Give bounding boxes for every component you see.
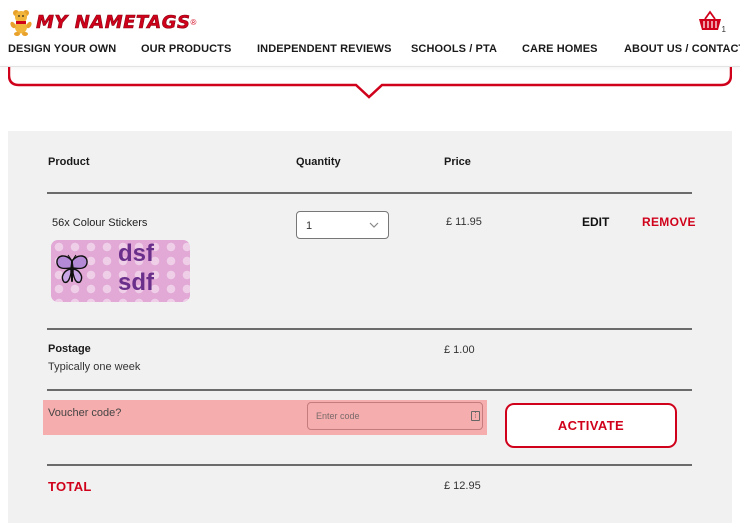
product-name: 56x Colour Stickers <box>52 217 148 229</box>
basket-icon <box>699 10 721 30</box>
nav-our-products[interactable]: OUR PRODUCTS <box>141 43 231 55</box>
postage-subtitle: Typically one week <box>48 361 141 373</box>
sticker-line-1: dsf <box>118 240 154 267</box>
column-header-quantity: Quantity <box>296 156 341 168</box>
banner-callout <box>8 67 732 99</box>
sticker-line-2: sdf <box>118 269 154 296</box>
divider <box>47 389 692 391</box>
nav-care-homes[interactable]: CARE HOMES <box>522 43 598 55</box>
chevron-down-icon <box>369 222 379 228</box>
bear-mascot-icon <box>10 10 32 36</box>
column-header-price: Price <box>444 156 471 168</box>
postage-price: £ 1.00 <box>444 344 475 356</box>
nav-schools-pta[interactable]: SCHOOLS / PTA <box>411 43 497 55</box>
voucher-label: Voucher code? <box>48 407 122 419</box>
nav-independent-reviews[interactable]: INDEPENDENT REVIEWS <box>257 43 392 55</box>
total-label: TOTAL <box>48 479 92 494</box>
main-nav: DESIGN YOUR OWN OUR PRODUCTS INDEPENDENT… <box>0 43 740 59</box>
activate-button[interactable]: ACTIVATE <box>505 403 677 448</box>
column-header-product: Product <box>48 156 90 168</box>
voucher-code-input[interactable] <box>307 402 483 430</box>
logo-text: MY NAMETAGS <box>36 11 191 33</box>
cart-button[interactable]: 1 <box>698 10 726 34</box>
divider <box>47 328 692 330</box>
divider <box>47 464 692 466</box>
nav-design-your-own[interactable]: DESIGN YOUR OWN <box>8 43 116 55</box>
divider <box>47 192 692 194</box>
cart-count: 1 <box>721 25 726 34</box>
butterfly-icon <box>56 254 88 284</box>
quantity-select[interactable]: 1 <box>296 211 389 239</box>
total-price: £ 12.95 <box>444 480 481 492</box>
edit-button[interactable]: EDIT <box>582 215 609 229</box>
logo[interactable]: MY NAMETAGS ® <box>8 6 196 38</box>
autofill-icon: ⋮ <box>471 411 480 421</box>
item-price: £ 11.95 <box>446 216 482 228</box>
nav-about-us-contact[interactable]: ABOUT US / CONTACT <box>624 43 740 55</box>
sticker-preview: dsf sdf <box>51 240 190 302</box>
registered-mark: ® <box>190 17 197 27</box>
remove-button[interactable]: REMOVE <box>642 215 696 229</box>
quantity-value: 1 <box>306 220 313 232</box>
postage-label: Postage <box>48 343 91 355</box>
